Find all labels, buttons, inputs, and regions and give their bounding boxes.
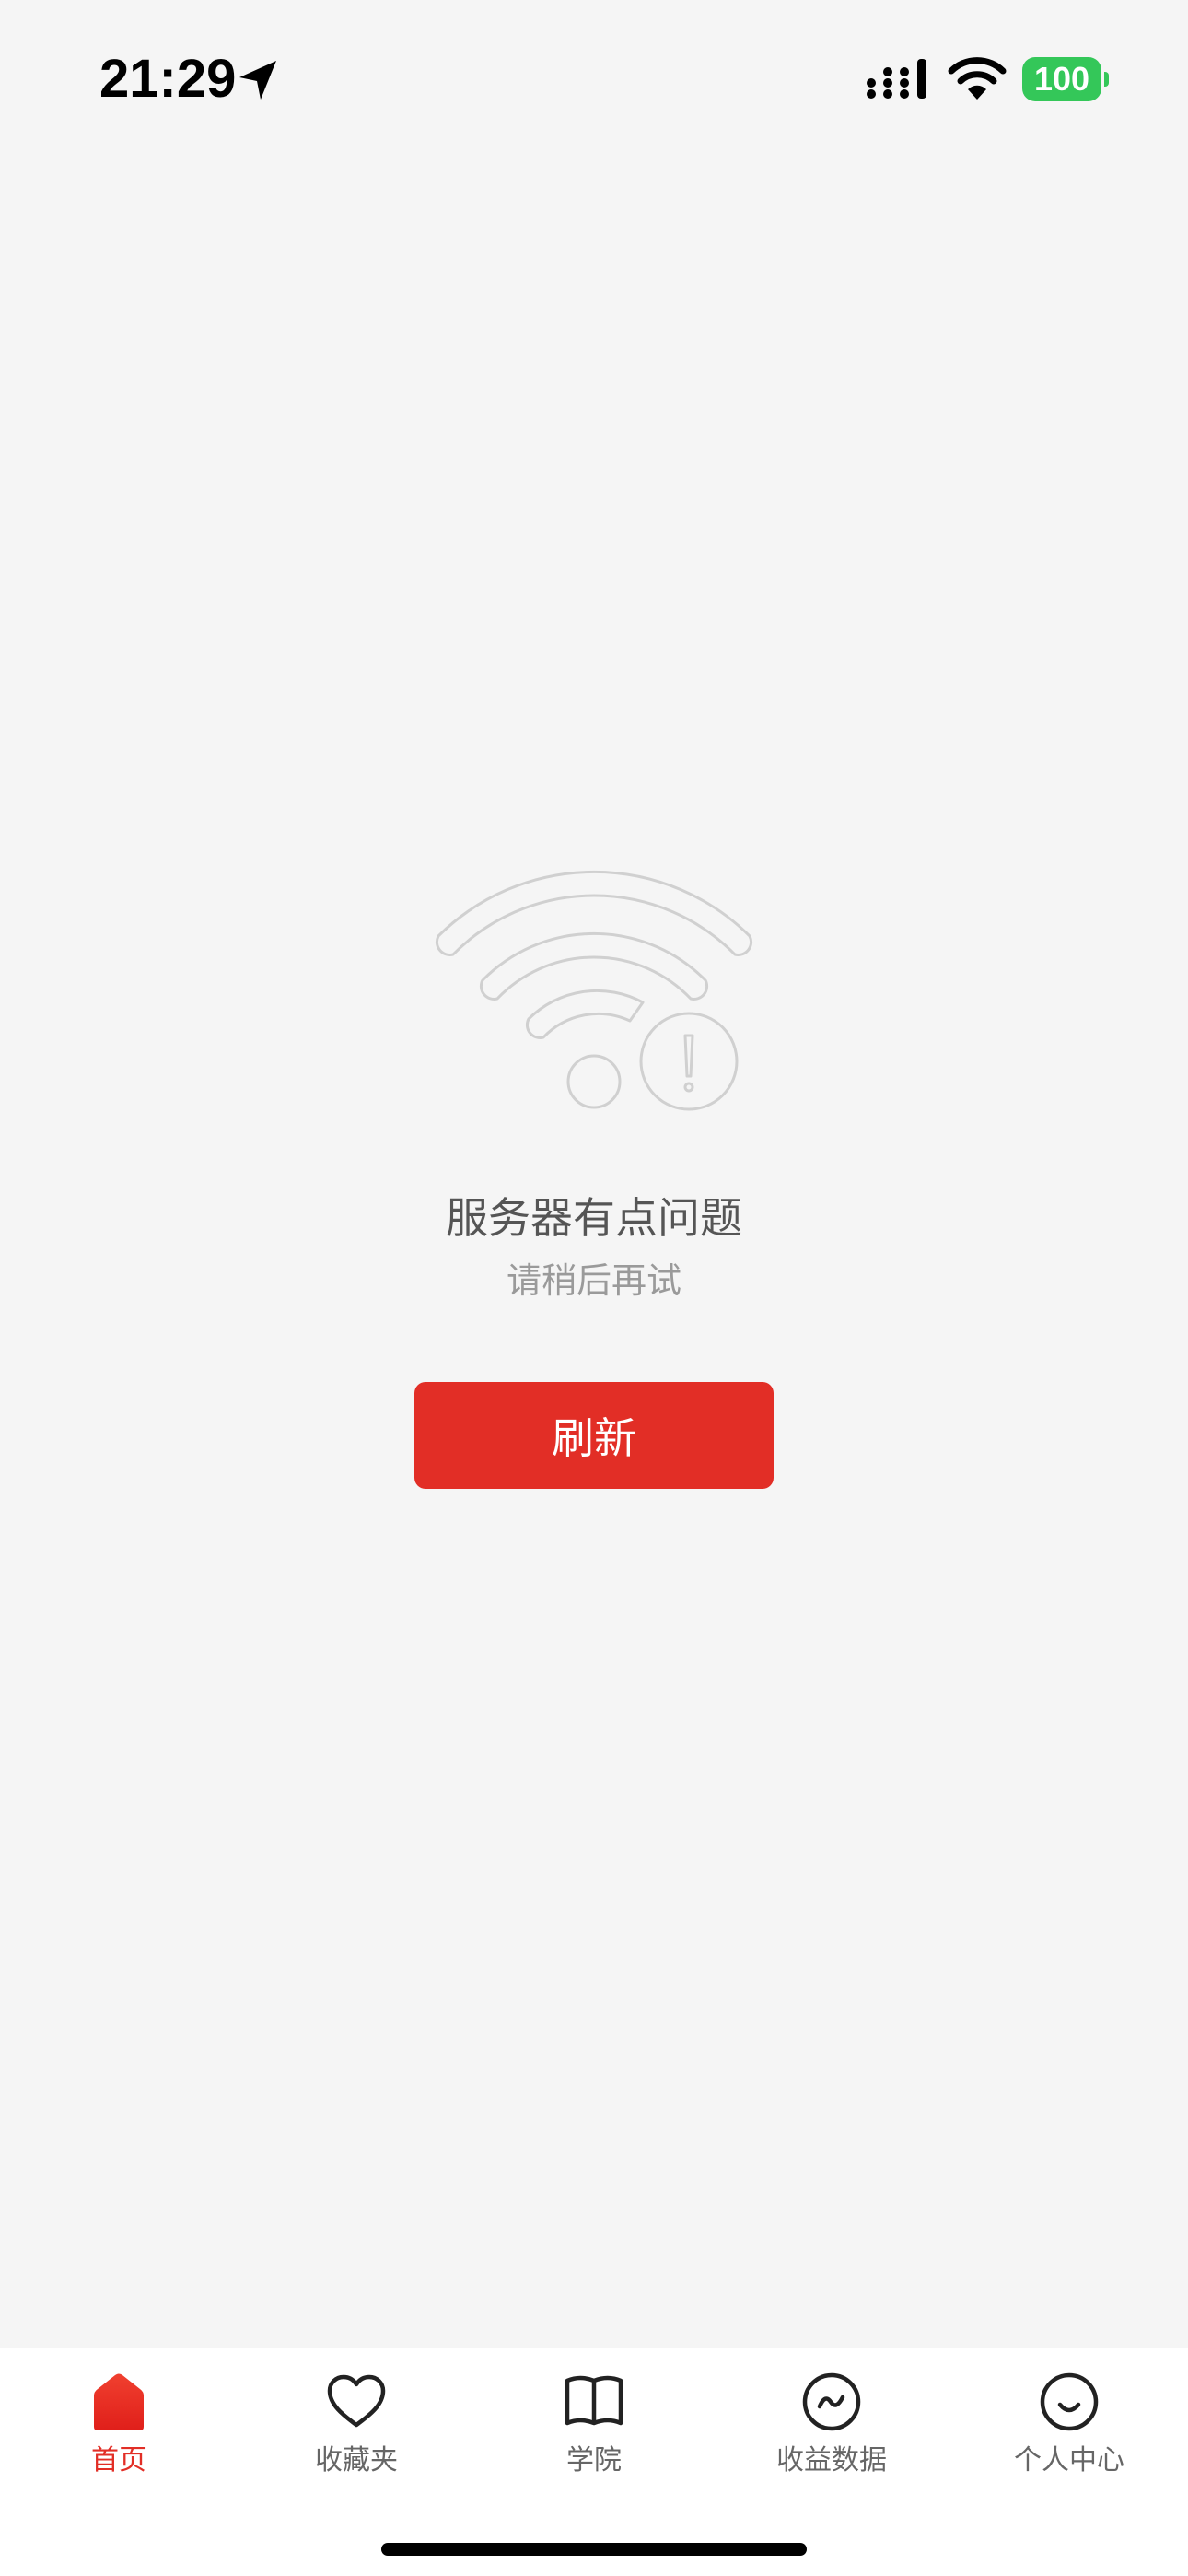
battery-level: 100: [1022, 57, 1101, 101]
book-icon: [565, 2375, 623, 2426]
tab-label-academy: 学院: [566, 2444, 622, 2476]
wifi-error-icon: [435, 870, 753, 1111]
tab-label-favorites: 收藏夹: [315, 2444, 398, 2476]
battery-indicator: 100: [1022, 57, 1109, 101]
error-title: 服务器有点问题: [446, 1193, 742, 1243]
tab-favorites[interactable]: 收藏夹: [238, 2362, 475, 2510]
app-screen: 21:29 100 服务器有点问题 请稍后再试 刷新 首页 收藏夹 学院 收益数…: [0, 0, 1188, 2576]
status-bar: 21:29 100: [0, 0, 1188, 157]
error-subtitle: 请稍后再试: [506, 1260, 681, 1301]
smile-icon: [1040, 2372, 1099, 2431]
home-icon: [94, 2373, 144, 2430]
home-indicator: [381, 2543, 807, 2556]
tab-home[interactable]: 首页: [0, 2362, 238, 2510]
wifi-icon: [948, 57, 1007, 100]
bottom-tab-bar: 首页 收藏夹 学院 收益数据 个人中心: [0, 2348, 1188, 2576]
location-arrow-icon: [239, 61, 276, 100]
status-time: 21:29: [99, 49, 237, 109]
tab-label-earnings: 收益数据: [776, 2444, 887, 2476]
cellular-signal-icon: [867, 59, 926, 99]
tab-academy[interactable]: 学院: [475, 2362, 713, 2510]
tab-label-profile: 个人中心: [1014, 2444, 1124, 2476]
tab-profile[interactable]: 个人中心: [950, 2362, 1188, 2510]
battery-cap: [1104, 72, 1109, 87]
tab-label-home: 首页: [91, 2444, 146, 2476]
heart-icon: [327, 2374, 386, 2428]
refresh-button[interactable]: 刷新: [414, 1382, 774, 1489]
chart-circle-icon: [802, 2372, 861, 2431]
tab-earnings[interactable]: 收益数据: [713, 2362, 950, 2510]
